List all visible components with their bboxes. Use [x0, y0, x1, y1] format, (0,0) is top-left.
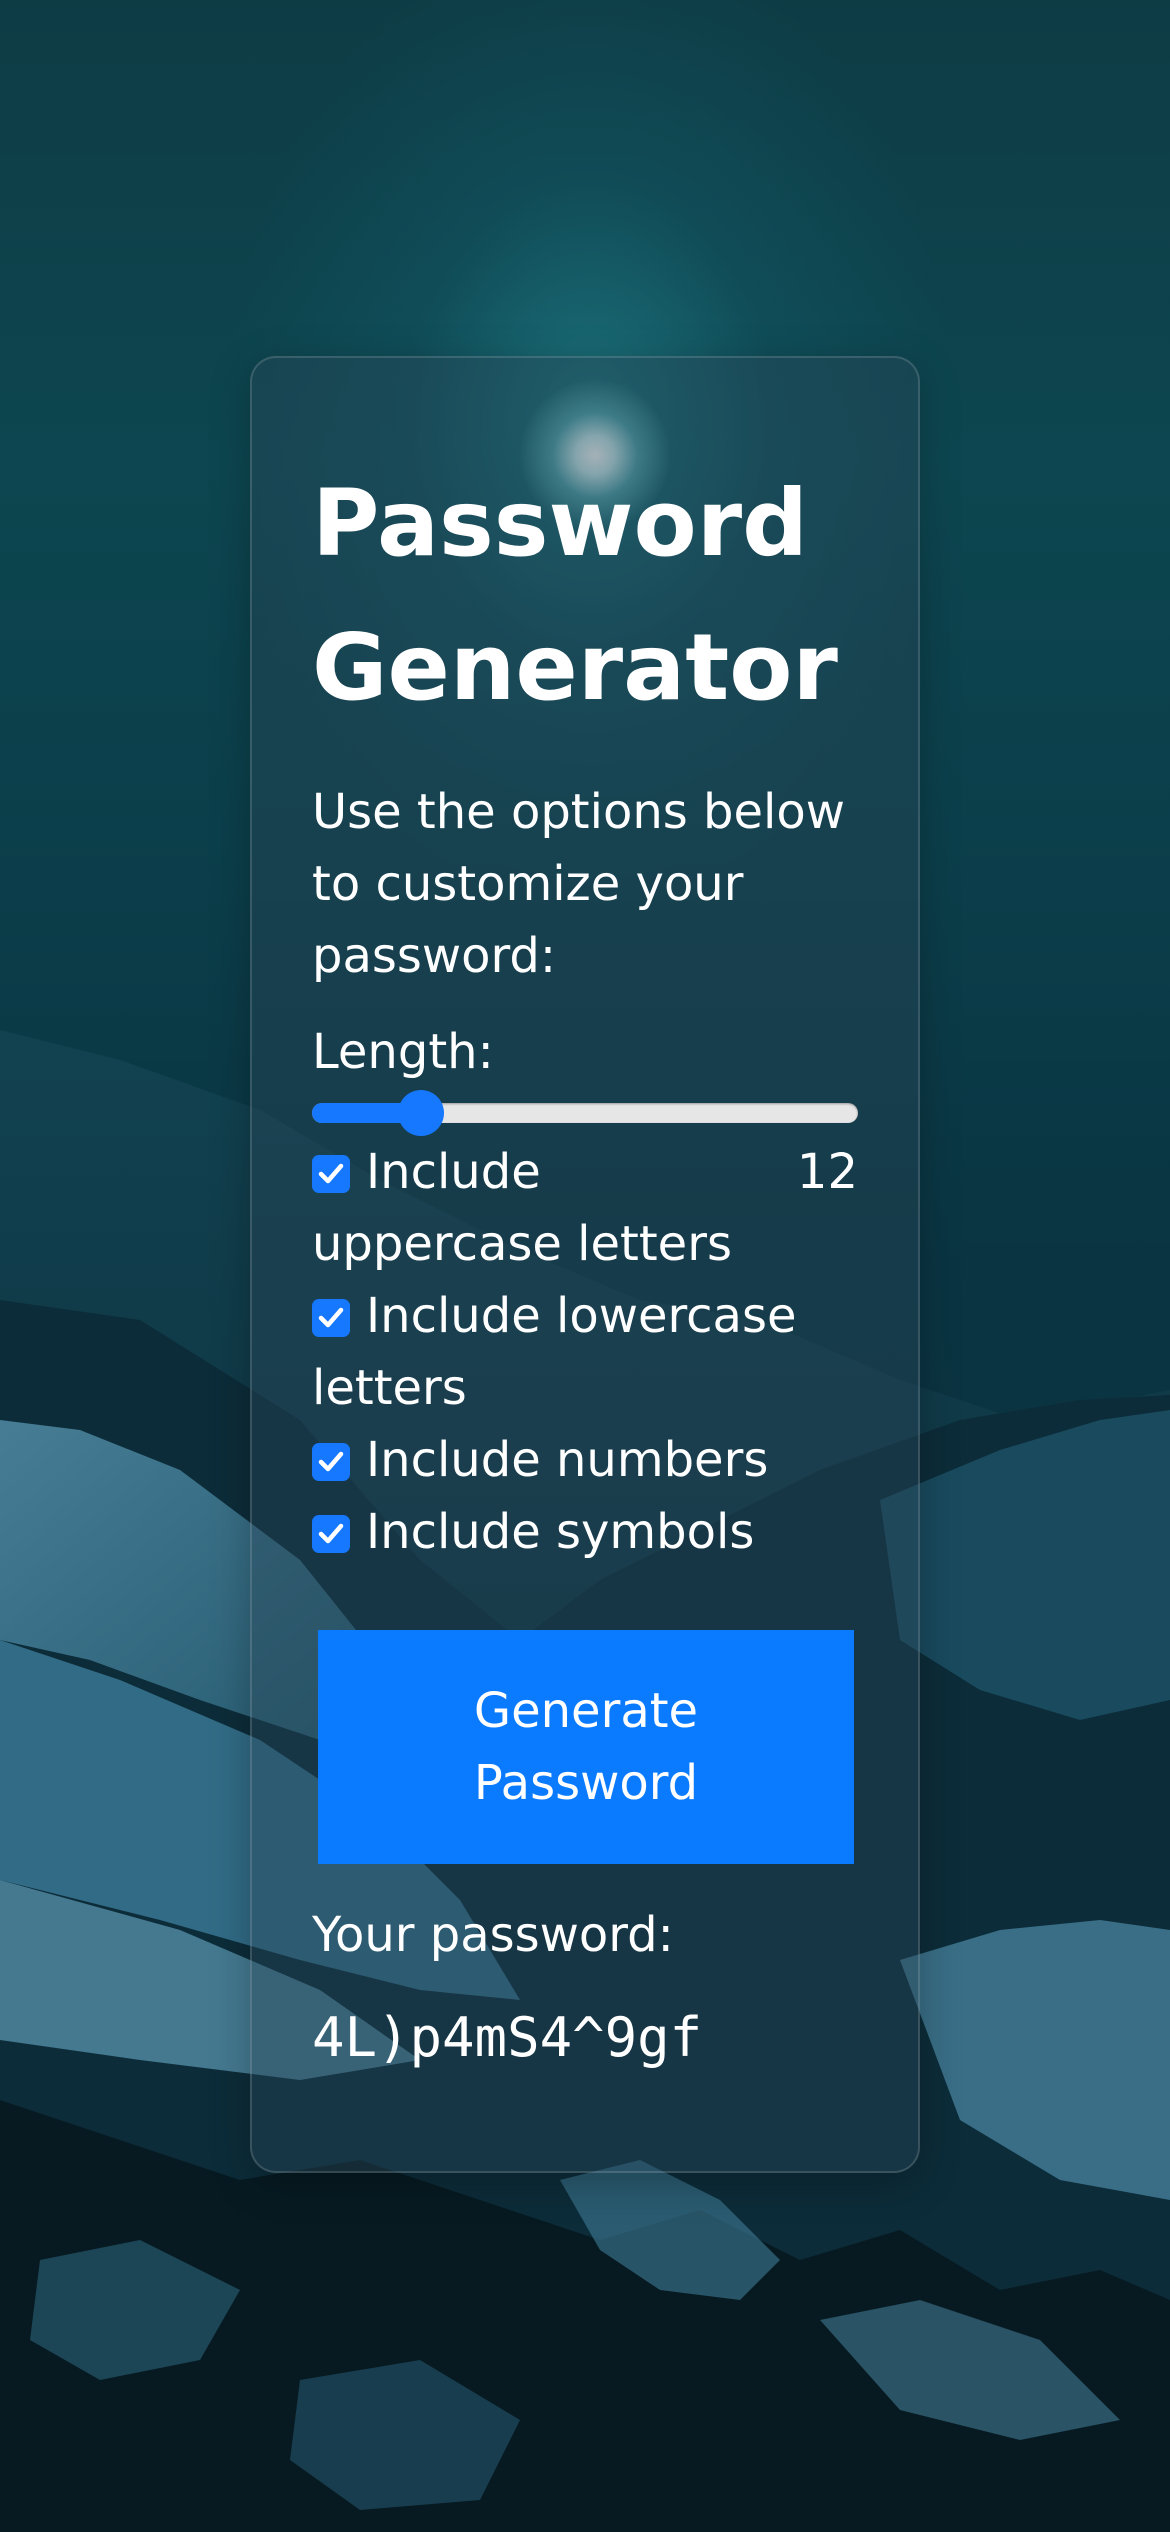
option-lowercase[interactable]: Include lowercase letters	[312, 1280, 852, 1424]
option-label: Include lowercase letters	[312, 1288, 797, 1416]
option-numbers[interactable]: Include numbers	[312, 1424, 852, 1496]
option-symbols[interactable]: Include symbols	[312, 1496, 852, 1568]
uppercase-checkbox[interactable]	[312, 1155, 350, 1193]
check-icon	[318, 1163, 344, 1184]
lowercase-checkbox[interactable]	[312, 1299, 350, 1337]
option-label: Include numbers	[366, 1432, 769, 1488]
option-label: Include uppercase letters	[312, 1144, 732, 1272]
options-list: Include uppercase letters Include lowerc…	[312, 1136, 852, 1568]
generated-password: 4L)p4mS4^9gf	[312, 2006, 703, 2069]
check-icon	[318, 1523, 344, 1544]
length-slider[interactable]	[312, 1088, 858, 1138]
result-label: Your password:	[312, 1907, 674, 1963]
check-icon	[318, 1451, 344, 1472]
option-label: Include symbols	[366, 1504, 755, 1560]
slider-thumb[interactable]	[398, 1090, 444, 1136]
numbers-checkbox[interactable]	[312, 1443, 350, 1481]
intro-text: Use the options below to customize your …	[312, 784, 845, 984]
symbols-checkbox[interactable]	[312, 1515, 350, 1553]
check-icon	[318, 1307, 344, 1328]
generate-password-button[interactable]: Generate Password	[318, 1630, 854, 1864]
length-label: Length:	[312, 1024, 494, 1080]
page-title: Password Generator	[312, 470, 838, 721]
option-uppercase[interactable]: Include uppercase letters	[312, 1136, 772, 1280]
